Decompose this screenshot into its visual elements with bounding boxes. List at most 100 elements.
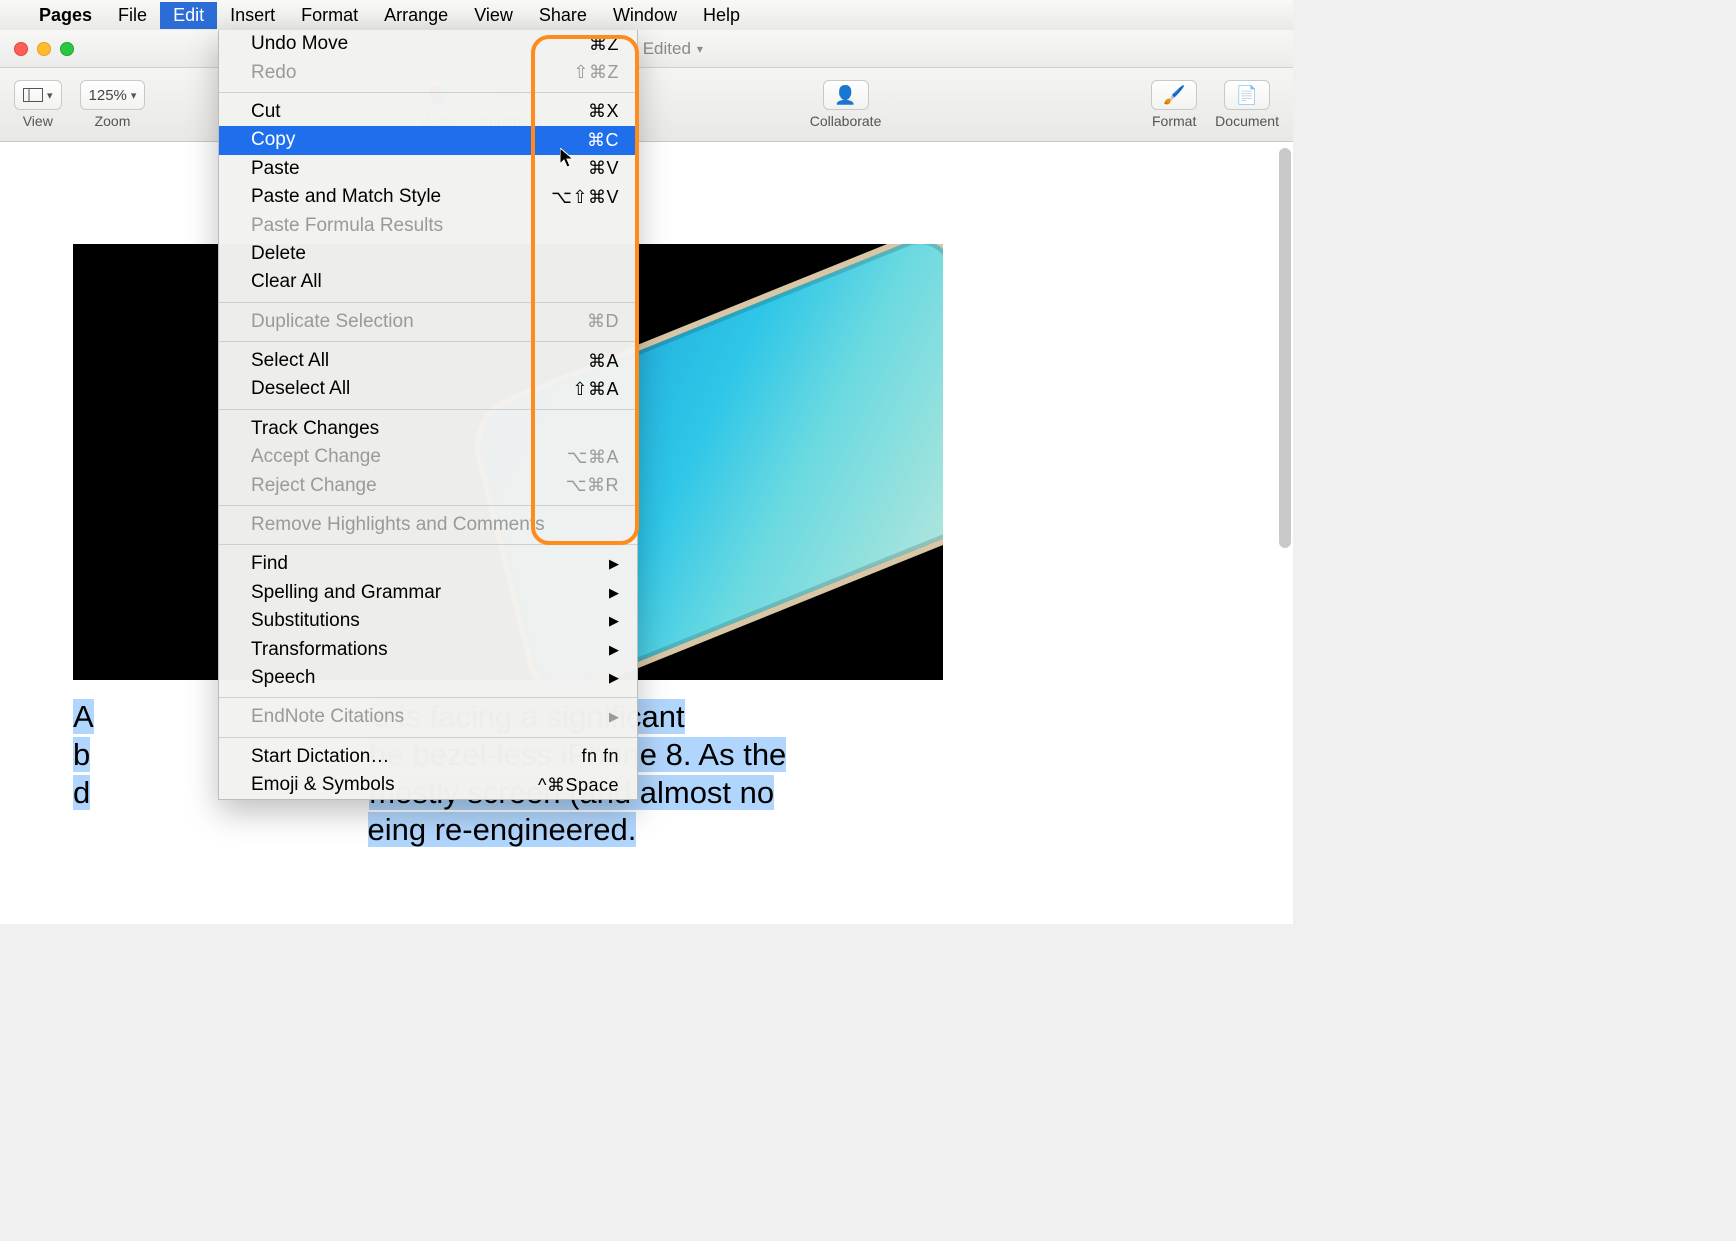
menu-item-transformations[interactable]: Transformations▶ [219,635,637,663]
document-button[interactable]: 📄 [1224,80,1270,110]
menu-item-accept-change: Accept Change⌥⌘A [219,443,637,471]
menu-item-endnote-citations: EndNote Citations▶ [219,703,637,731]
format-button[interactable]: 🖌️ [1151,80,1197,110]
vertical-scrollbar[interactable] [1279,148,1291,548]
menu-item-spelling-and-grammar[interactable]: Spelling and Grammar▶ [219,579,637,607]
menu-item-shortcut: ⌘A [588,351,619,372]
menu-item-label: Substitutions [251,610,609,632]
menu-item-label: Undo Move [251,33,589,55]
menu-item-delete[interactable]: Delete [219,240,637,268]
submenu-arrow-icon: ▶ [609,670,619,686]
menu-help[interactable]: Help [690,2,753,29]
zoom-value: 125% [89,87,127,104]
menu-insert[interactable]: Insert [217,2,288,29]
menu-separator [219,92,637,93]
menu-separator [219,737,637,738]
menu-window[interactable]: Window [600,2,690,29]
menu-item-label: Deselect All [251,378,572,400]
menu-item-clear-all[interactable]: Clear All [219,268,637,296]
format-label: Format [1152,113,1196,129]
menu-separator [219,544,637,545]
menu-item-label: Remove Highlights and Comments [251,514,619,536]
menu-separator [219,505,637,506]
menu-item-label: Reject Change [251,475,566,497]
menu-item-deselect-all[interactable]: Deselect All⇧⌘A [219,375,637,403]
collaborate-button[interactable]: 👤 [823,80,869,110]
menu-item-redo: Redo⇧⌘Z [219,58,637,86]
collaborate-label: Collaborate [810,113,882,129]
menu-item-emoji-symbols[interactable]: Emoji & Symbols^⌘Space [219,771,637,799]
title-bar: e 8 — Edited ▾ [0,30,1293,68]
menu-item-label: EndNote Citations [251,706,609,728]
menu-item-undo-move[interactable]: Undo Move⌘Z [219,30,637,58]
menu-item-label: Duplicate Selection [251,311,587,333]
person-add-icon: 👤 [834,85,856,106]
menu-item-remove-highlights-and-comments: Remove Highlights and Comments [219,511,637,539]
zoom-select[interactable]: 125% ▾ [80,80,146,110]
menu-item-track-changes[interactable]: Track Changes [219,415,637,443]
menu-item-paste-formula-results: Paste Formula Results [219,211,637,239]
menu-separator [219,409,637,410]
menu-item-label: Clear All [251,271,619,293]
menu-item-find[interactable]: Find▶ [219,550,637,578]
close-button[interactable] [14,42,28,56]
minimize-button[interactable] [37,42,51,56]
menu-edit[interactable]: Edit [160,2,217,29]
menu-item-label: Select All [251,350,588,372]
toolbar: ▾ View 125% ▾ Zoom Media Comment 👤 Colla… [0,68,1293,142]
menu-item-speech[interactable]: Speech▶ [219,664,637,692]
submenu-arrow-icon: ▶ [609,642,619,658]
document-label: Document [1215,113,1279,129]
view-button[interactable]: ▾ [14,80,62,110]
menu-item-paste[interactable]: Paste⌘V [219,155,637,183]
toolbar-document: 📄 Document [1215,80,1279,129]
menu-item-label: Cut [251,101,588,123]
menu-item-label: Paste Formula Results [251,215,619,237]
menu-separator [219,302,637,303]
menu-item-start-dictation[interactable]: Start Dictation…fn fn [219,743,637,771]
zoom-label: Zoom [95,113,131,129]
menu-item-duplicate-selection: Duplicate Selection⌘D [219,308,637,336]
menu-item-shortcut: ⌘V [588,158,619,179]
menu-item-paste-and-match-style[interactable]: Paste and Match Style⌥⇧⌘V [219,183,637,211]
menu-item-label: Transformations [251,639,609,661]
menu-item-cut[interactable]: Cut⌘X [219,98,637,126]
menu-item-shortcut: fn fn [581,746,619,767]
view-label: View [23,113,53,129]
app-window: e 8 — Edited ▾ ▾ View 125% ▾ Zoom Media [0,30,1293,924]
menu-separator [219,341,637,342]
document-area[interactable]: Axxxxxxxxxxxxxxxxxxe is facing a signifi… [0,142,1293,924]
menu-item-shortcut: ⌘Z [589,34,619,55]
chevron-down-icon[interactable]: ▾ [697,42,703,56]
menu-arrange[interactable]: Arrange [371,2,461,29]
brush-icon: 🖌️ [1163,85,1185,106]
chevron-down-icon: ▾ [47,89,53,102]
menu-item-label: Delete [251,243,619,265]
menu-item-shortcut: ⌘C [587,130,619,151]
menu-item-shortcut: ⌘D [587,311,619,332]
menu-view[interactable]: View [461,2,526,29]
menu-share[interactable]: Share [526,2,600,29]
menu-file[interactable]: File [105,2,160,29]
menu-item-shortcut: ⇧⌘Z [573,62,619,83]
menu-item-substitutions[interactable]: Substitutions▶ [219,607,637,635]
toolbar-view: ▾ View [14,80,62,129]
menu-item-copy[interactable]: Copy⌘C [219,126,637,154]
menu-item-label: Spelling and Grammar [251,582,609,604]
menu-item-shortcut: ⌥⇧⌘V [551,187,619,208]
menu-item-label: Accept Change [251,446,567,468]
menu-item-select-all[interactable]: Select All⌘A [219,347,637,375]
menu-format[interactable]: Format [288,2,371,29]
menu-item-shortcut: ⌥⌘A [567,447,619,468]
edit-menu-dropdown: Undo Move⌘ZRedo⇧⌘ZCut⌘XCopy⌘CPaste⌘VPast… [218,30,638,800]
maximize-button[interactable] [60,42,74,56]
menu-item-shortcut: ^⌘Space [538,775,619,796]
menu-item-shortcut: ⌘X [588,101,619,122]
submenu-arrow-icon: ▶ [609,556,619,572]
menu-app[interactable]: Pages [26,2,105,29]
document-icon: 📄 [1236,85,1258,106]
menu-item-label: Paste [251,158,588,180]
menu-item-label: Emoji & Symbols [251,774,538,796]
text-frag: d [73,775,90,810]
menu-item-label: Redo [251,62,573,84]
